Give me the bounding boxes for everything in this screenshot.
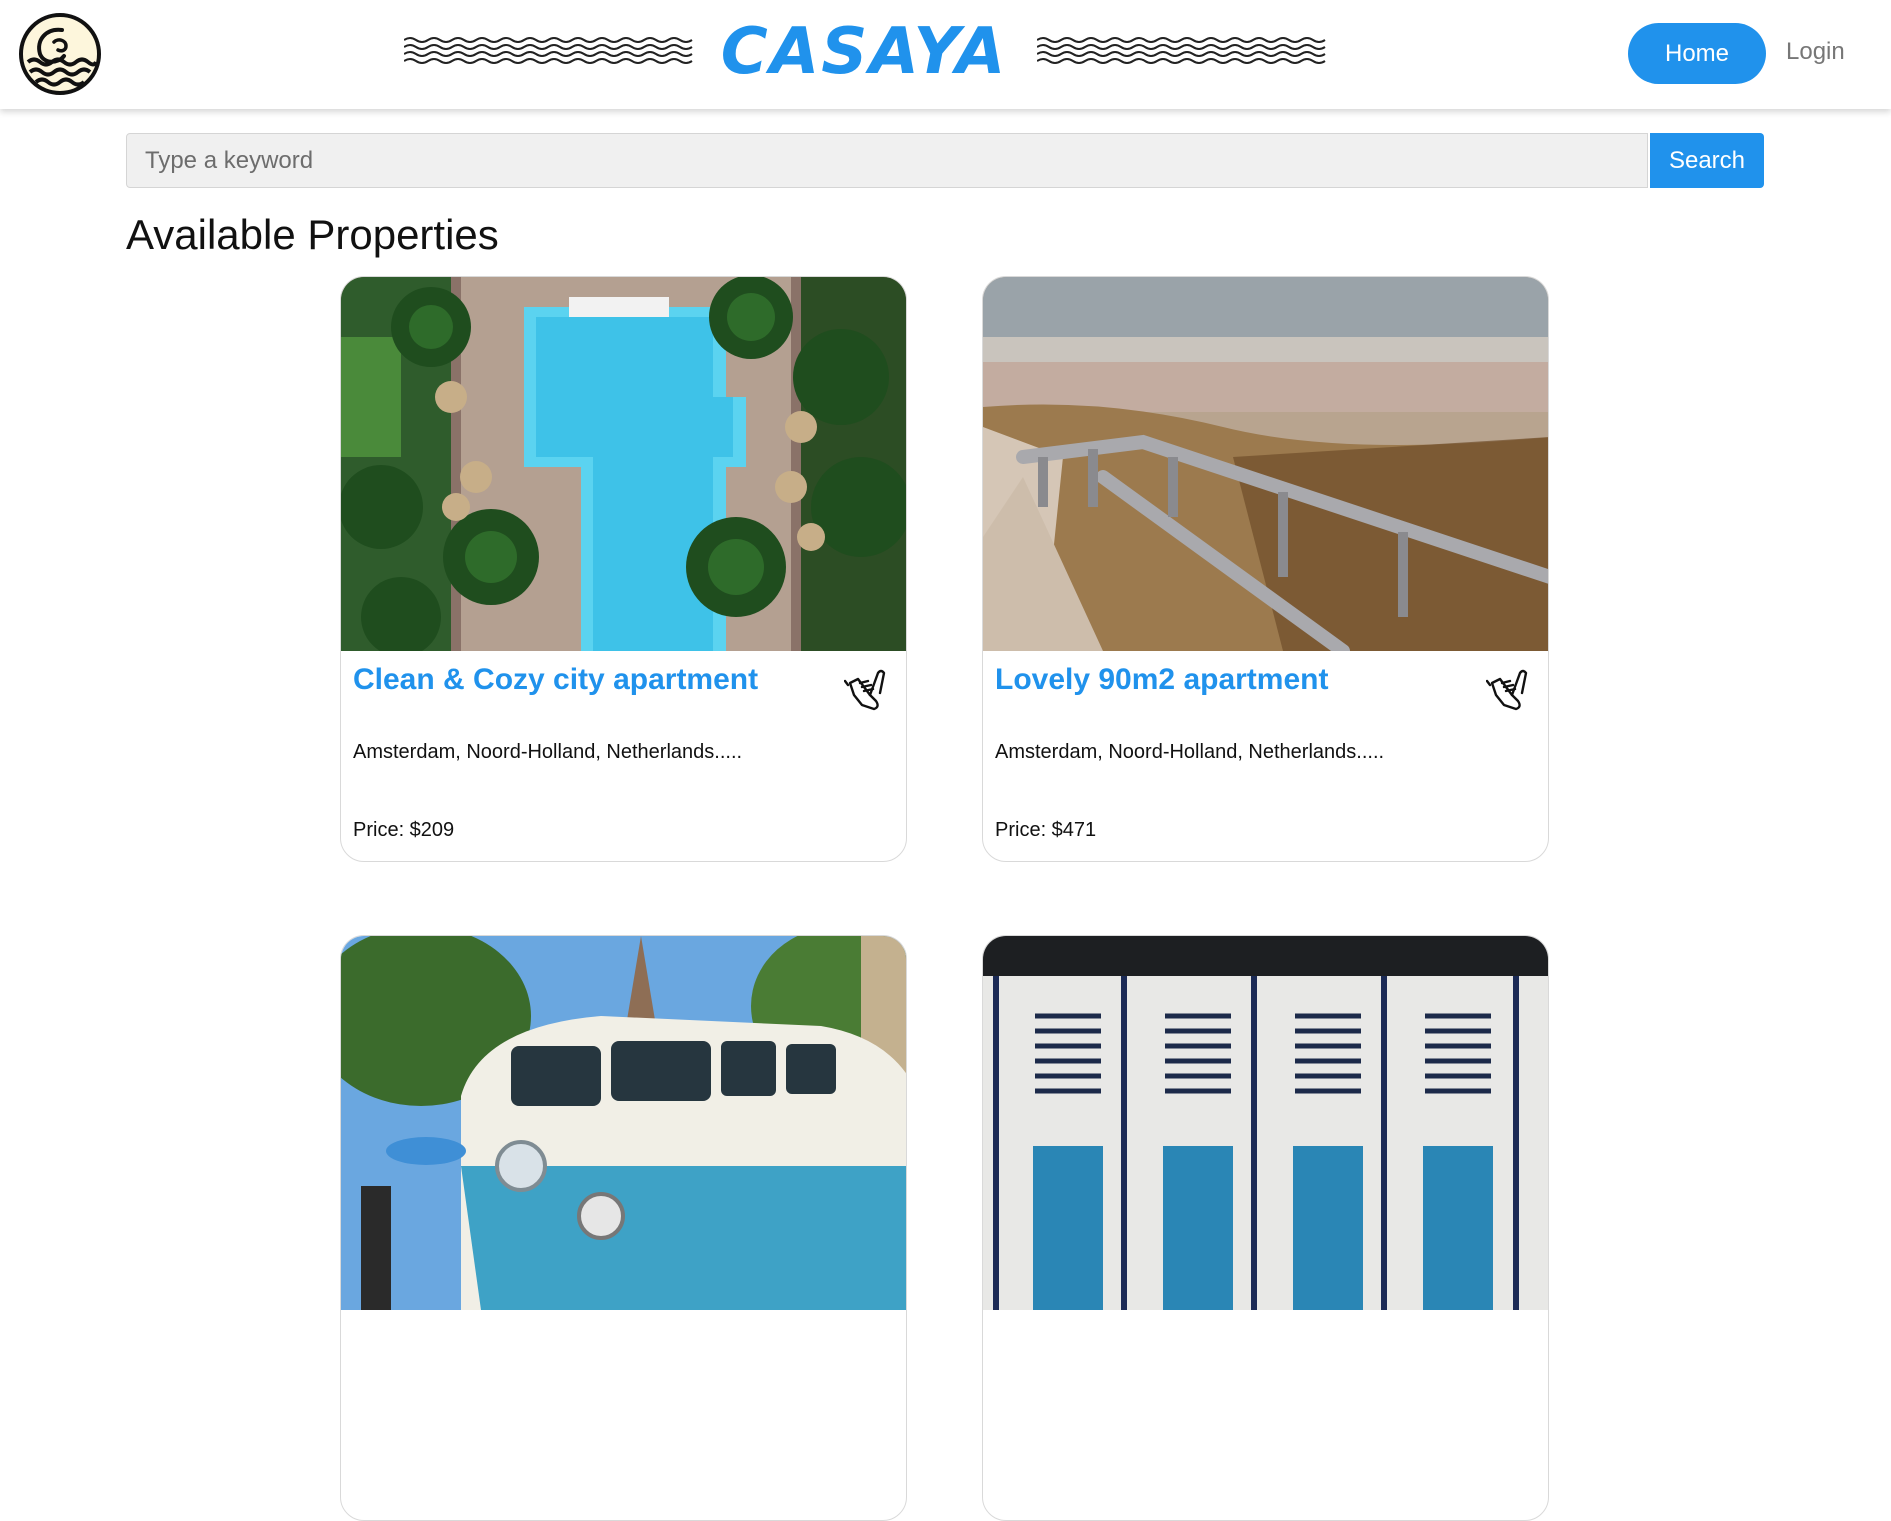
property-image-vw-van[interactable] [341,936,907,1310]
wave-logo-icon[interactable] [18,12,102,96]
property-card[interactable]: Lovely 90m2 apartment Amsterdam, Noord-H… [982,276,1549,862]
property-card[interactable] [982,935,1549,1521]
top-navbar: CASAYA Home Login [0,0,1891,109]
keyword-search-input[interactable] [126,133,1648,188]
search-button[interactable]: Search [1650,133,1764,188]
property-card[interactable]: Clean & Cozy city apartment Amsterdam, N… [340,276,907,862]
wave-decoration-icon [404,37,693,64]
property-location: Amsterdam, Noord-Holland, Netherlands...… [353,741,743,763]
brand-logo-text[interactable]: CASAYA [718,12,1010,92]
shaka-hand-icon[interactable] [1486,665,1532,711]
page-title: Available Properties [126,211,499,258]
property-image-beach-cabins[interactable] [983,936,1549,1310]
property-title[interactable]: Clean & Cozy city apartment [353,663,758,697]
nav-home-button[interactable]: Home [1628,23,1766,84]
shaka-hand-icon[interactable] [844,665,890,711]
property-price: Price: $471 [995,819,1097,841]
wave-decoration-icon [1037,37,1326,64]
property-image-pool-aerial[interactable] [341,277,907,651]
nav-login-link[interactable]: Login [1786,38,1845,66]
property-image-beach-boardwalk[interactable] [983,277,1549,651]
property-price: Price: $209 [353,819,455,841]
property-card[interactable] [340,935,907,1521]
property-location: Amsterdam, Noord-Holland, Netherlands...… [995,741,1385,763]
property-title[interactable]: Lovely 90m2 apartment [995,663,1328,697]
